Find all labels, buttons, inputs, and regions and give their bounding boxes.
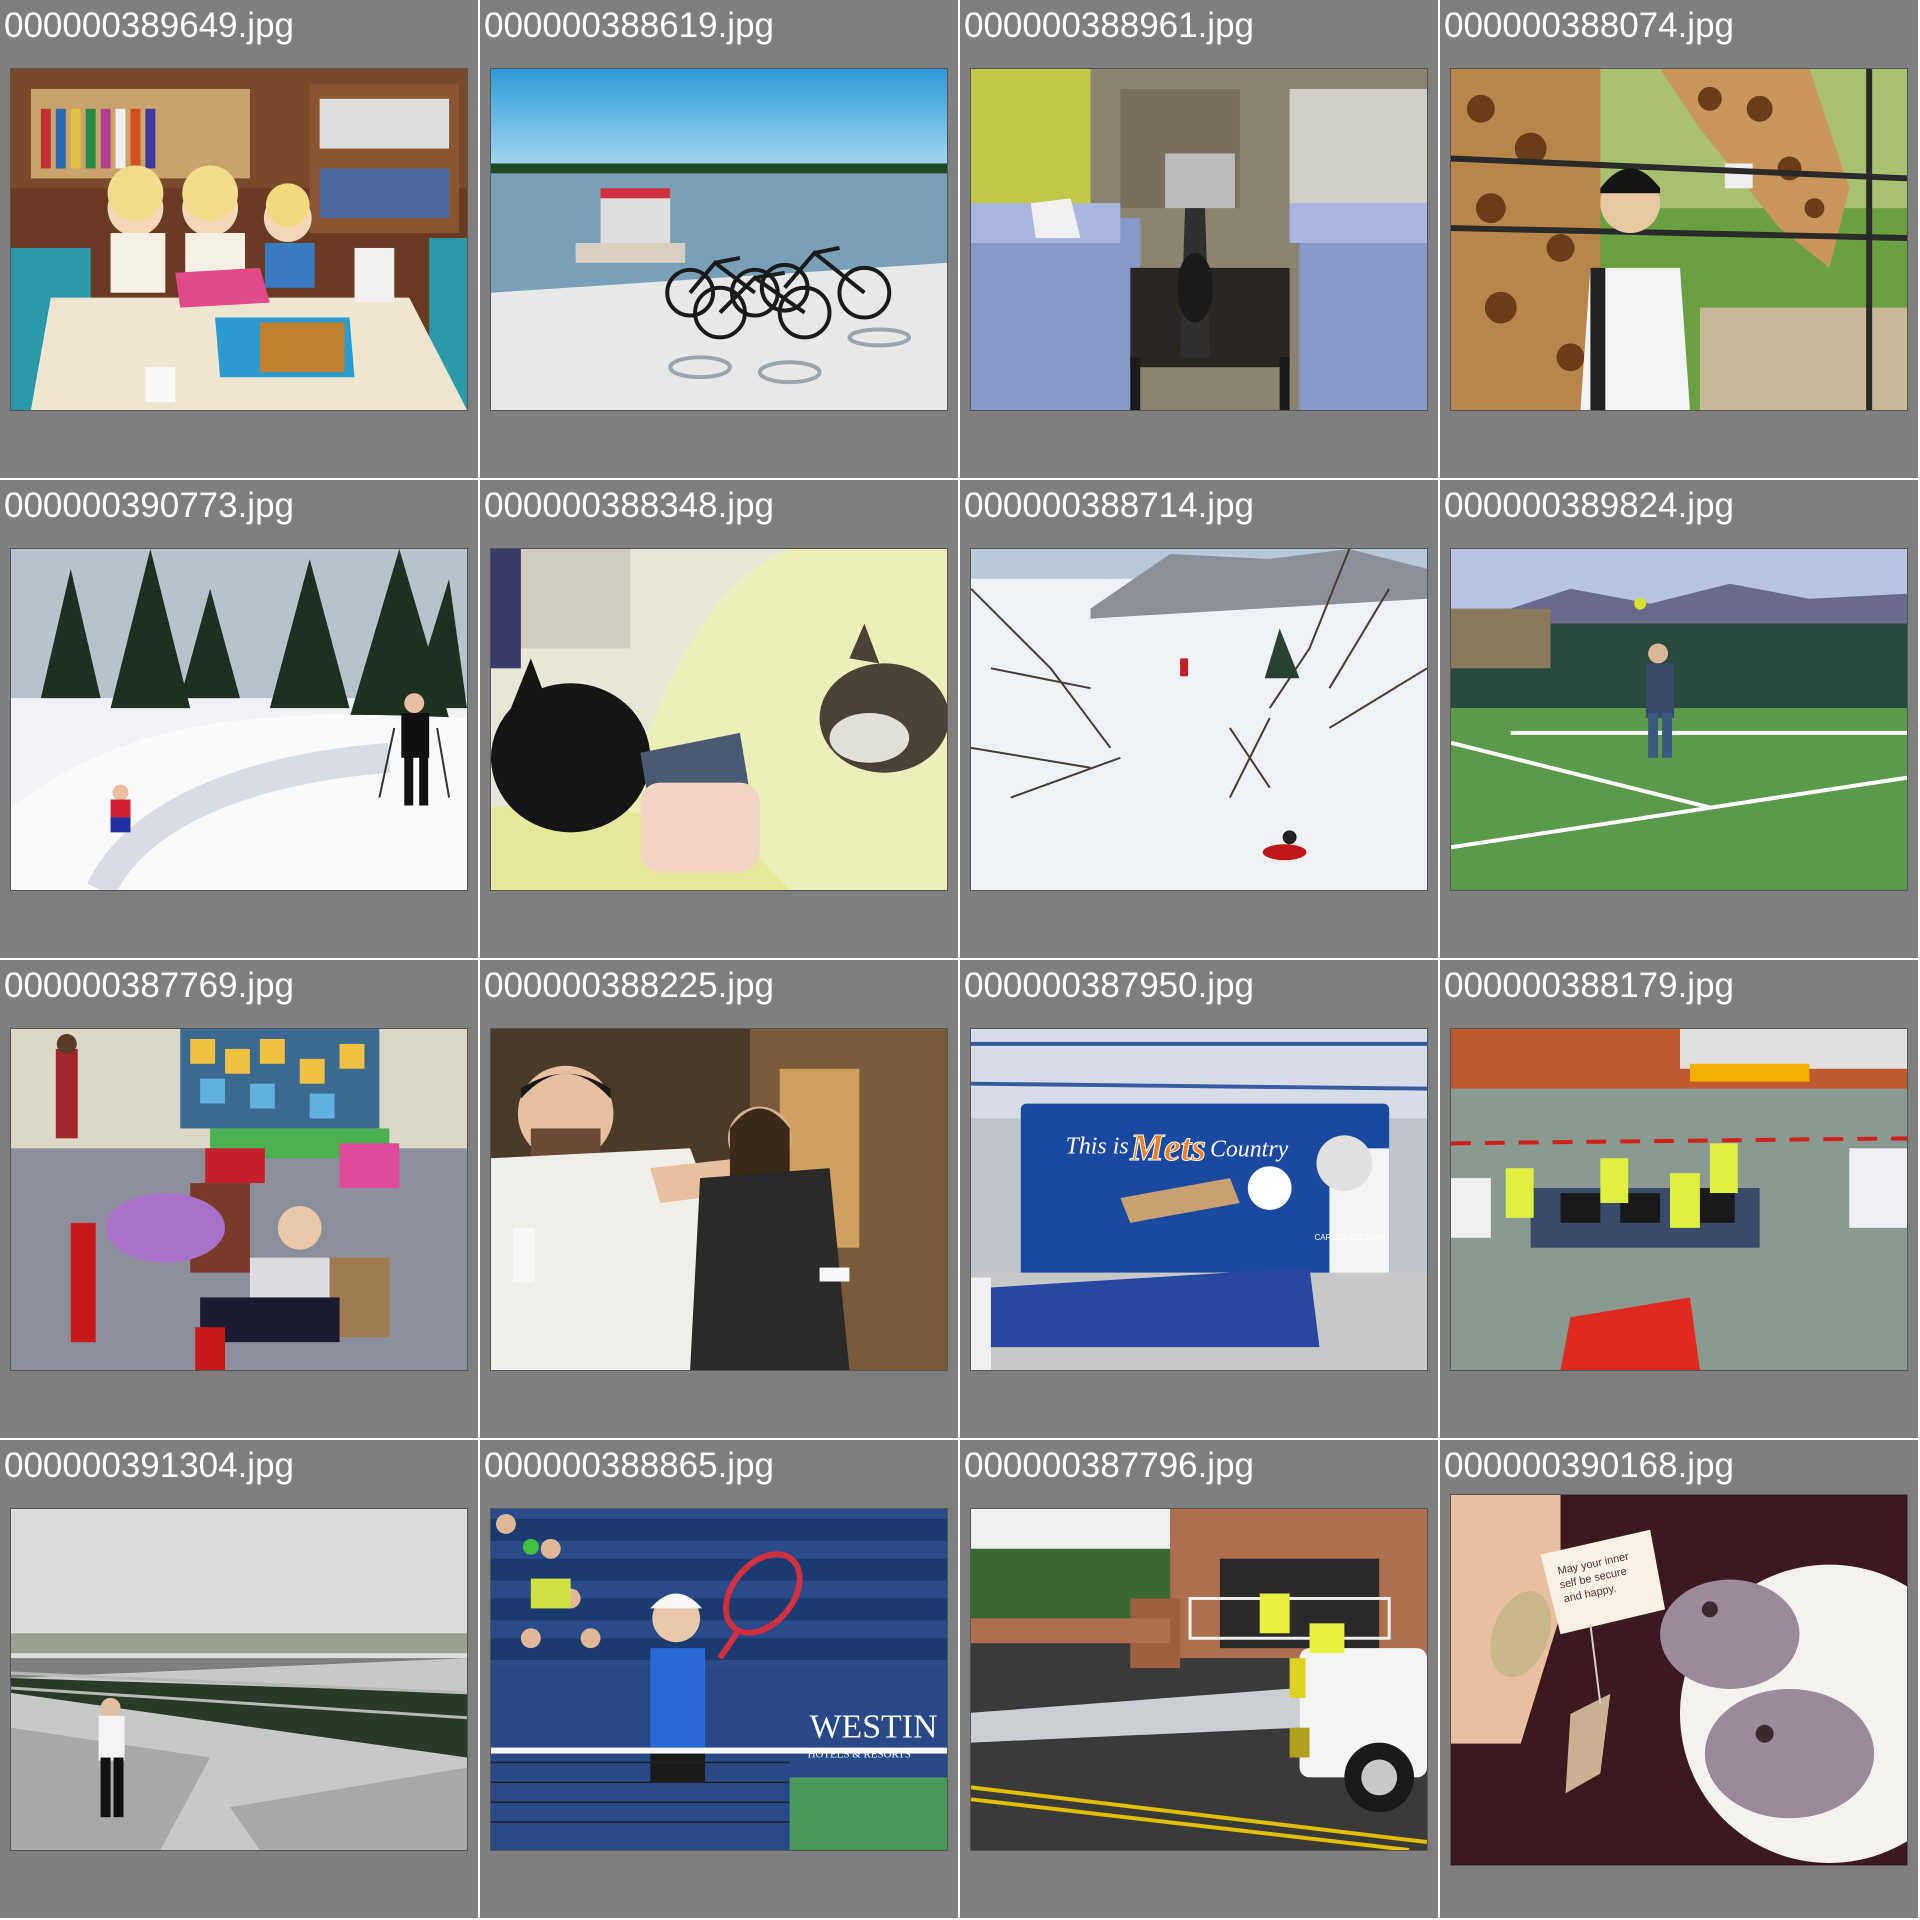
- gallery-tile[interactable]: 000000391304.jpg: [0, 1440, 478, 1918]
- gallery-tile[interactable]: 000000390168.jpg May your inner self be …: [1440, 1440, 1918, 1918]
- tile-thumbnail[interactable]: This is Mets Country CARLOS BELTRAN: [970, 1028, 1428, 1371]
- tile-thumbnail[interactable]: [490, 548, 948, 891]
- gallery-tile[interactable]: 000000387950.jpg This is Mets Country CA…: [960, 960, 1438, 1438]
- mets-line1-text: This is: [1066, 1133, 1129, 1159]
- tile-filename: 000000387950.jpg: [964, 966, 1255, 1005]
- tile-thumbnail[interactable]: [10, 68, 468, 411]
- tile-filename: 000000388225.jpg: [484, 966, 775, 1005]
- gallery-tile[interactable]: 000000387769.jpg: [0, 960, 478, 1438]
- gallery-tile[interactable]: 000000388619.jpg: [480, 0, 958, 478]
- gallery-tile[interactable]: 000000389649.jpg: [0, 0, 478, 478]
- tile-filename: 000000387796.jpg: [964, 1446, 1255, 1485]
- tile-thumbnail[interactable]: [490, 68, 948, 411]
- westin-brand-text: WESTIN: [810, 1709, 938, 1746]
- westin-sub-text: HOTELS & RESORTS: [808, 1749, 911, 1761]
- tile-thumbnail[interactable]: [10, 548, 468, 891]
- tile-filename: 000000388865.jpg: [484, 1446, 775, 1485]
- tile-filename: 000000390773.jpg: [4, 486, 295, 525]
- tile-thumbnail[interactable]: WESTIN HOTELS & RESORTS: [490, 1508, 948, 1851]
- gallery-tile[interactable]: 000000388961.jpg: [960, 0, 1438, 478]
- tile-thumbnail[interactable]: [1450, 68, 1908, 411]
- mets-line2-text: Country: [1210, 1136, 1289, 1162]
- image-grid: 000000389649.jpg 000000388619.jpg 000000…: [0, 0, 1920, 1920]
- mets-player-text: CARLOS BELTRAN: [1314, 1233, 1385, 1242]
- gallery-tile[interactable]: 000000388225.jpg: [480, 960, 958, 1438]
- gallery-tile[interactable]: 000000388865.jpg WESTIN HOTELS & RESORTS: [480, 1440, 958, 1918]
- gallery-tile[interactable]: 000000388348.jpg: [480, 480, 958, 958]
- tile-thumbnail[interactable]: [970, 68, 1428, 411]
- gallery-tile[interactable]: 000000389824.jpg: [1440, 480, 1918, 958]
- tile-filename: 000000388714.jpg: [964, 486, 1255, 525]
- tile-filename: 000000387769.jpg: [4, 966, 295, 1005]
- gallery-tile[interactable]: 000000387796.jpg: [960, 1440, 1438, 1918]
- gallery-tile[interactable]: 000000388179.jpg: [1440, 960, 1918, 1438]
- gallery-tile[interactable]: 000000388074.jpg: [1440, 0, 1918, 478]
- tile-filename: 000000389649.jpg: [4, 6, 295, 45]
- tile-thumbnail[interactable]: [1450, 548, 1908, 891]
- mets-brand-text: Mets: [1129, 1127, 1206, 1169]
- tile-filename: 000000388074.jpg: [1444, 6, 1735, 45]
- tile-thumbnail[interactable]: [970, 548, 1428, 891]
- tile-filename: 000000389824.jpg: [1444, 486, 1735, 525]
- gallery-tile[interactable]: 000000390773.jpg: [0, 480, 478, 958]
- tile-filename: 000000388179.jpg: [1444, 966, 1735, 1005]
- tile-filename: 000000388348.jpg: [484, 486, 775, 525]
- tile-thumbnail[interactable]: [10, 1508, 468, 1851]
- tile-filename: 000000390168.jpg: [1444, 1446, 1735, 1485]
- tile-thumbnail[interactable]: [970, 1508, 1428, 1851]
- tile-filename: 000000391304.jpg: [4, 1446, 295, 1485]
- tile-thumbnail[interactable]: [10, 1028, 468, 1371]
- tile-thumbnail[interactable]: [1450, 1028, 1908, 1371]
- tile-filename: 000000388619.jpg: [484, 6, 775, 45]
- tile-filename: 000000388961.jpg: [964, 6, 1255, 45]
- gallery-tile[interactable]: 000000388714.jpg: [960, 480, 1438, 958]
- tile-thumbnail[interactable]: May your inner self be secure and happy.: [1450, 1494, 1908, 1866]
- tile-thumbnail[interactable]: [490, 1028, 948, 1371]
